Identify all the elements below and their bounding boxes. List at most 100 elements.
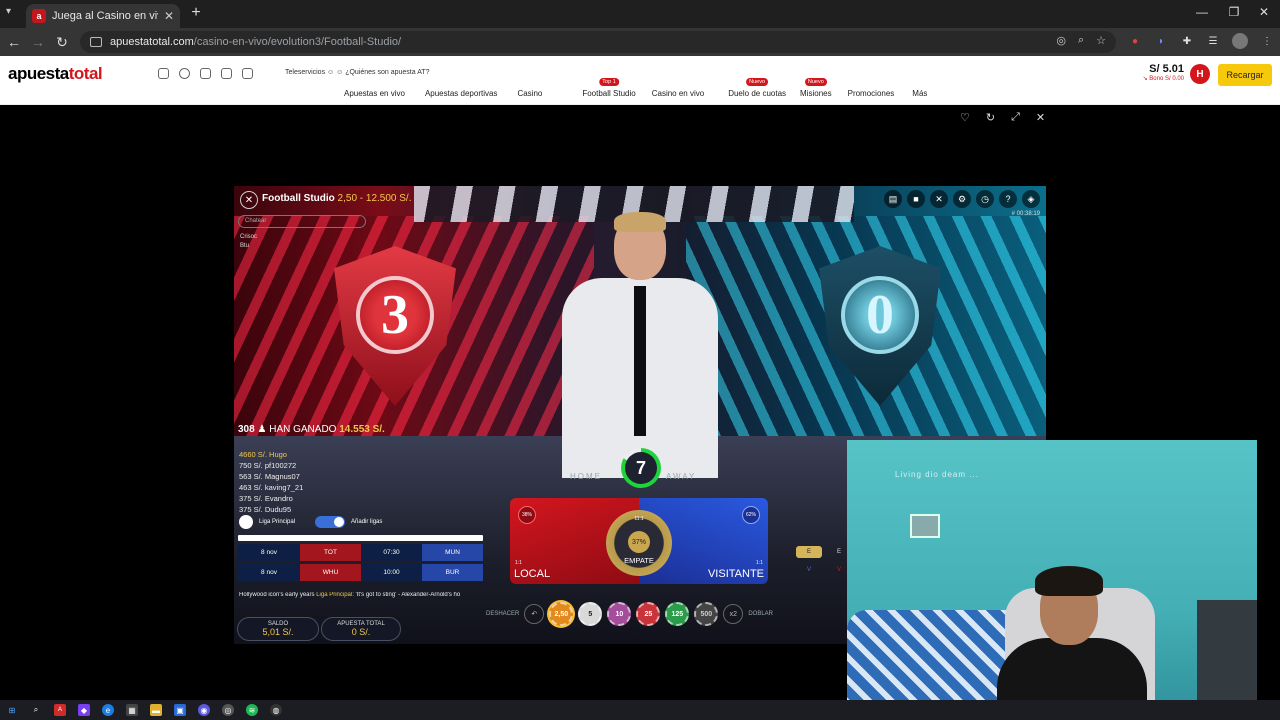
chip-10[interactable]: 10 [607,602,632,626]
app-icon[interactable]: ◆ [78,704,90,716]
new-tab-button[interactable]: + [188,4,204,22]
profile-avatar[interactable] [1232,33,1248,49]
user-avatar[interactable]: H [1190,64,1210,84]
menu-item-apuestas-deportivas[interactable]: Apuestas deportivas [425,89,498,98]
close-game-icon[interactable]: ✕ [1036,111,1045,124]
media-icon[interactable]: ☰ [1206,34,1220,48]
winners-label: HAN GANADO [269,424,337,435]
photos-icon[interactable]: ▣ [174,704,186,716]
undo-icon[interactable]: ↶ [524,604,545,624]
chrome-icon[interactable]: ◎ [222,704,234,716]
acrobat-icon[interactable]: A [54,704,66,716]
visit-label: VISITANTE [707,568,764,580]
search-icon[interactable]: ⌕ [30,704,42,716]
bet-empate-spot[interactable]: 11:1 37% EMPATE [606,510,672,576]
chat-message: Crisoc Btu [240,233,257,251]
facebook-icon[interactable] [179,68,190,79]
menu-item-casino[interactable]: Casino [517,89,542,98]
match-away: MUN [422,544,483,561]
social-links [158,68,253,79]
lobby-icon[interactable]: ◈ [1022,190,1040,208]
spotify-icon[interactable]: ≋ [246,704,258,716]
instagram-icon[interactable] [158,68,169,79]
draw-odds: 11:1 [634,516,644,522]
tiktok-icon[interactable] [200,68,211,79]
refresh-game-icon[interactable]: ↻ [986,111,995,124]
extensions-puzzle-icon[interactable]: ✚ [1180,34,1194,48]
tab-search-icon[interactable]: ▾ [6,6,11,17]
site-info-icon[interactable] [90,37,102,47]
winner-name: pf100272 [264,461,297,470]
chip-500[interactable]: 500 [694,602,719,626]
store-icon[interactable]: ▦ [126,704,138,716]
match-row[interactable]: 8 nov TOT 07:30 MUN [238,544,483,561]
history-icon[interactable]: ◷ [976,190,994,208]
balance[interactable]: S/ 5.01 ↘ Bono S/ 0.00 [1143,63,1184,82]
close-tab-icon[interactable]: ✕ [164,9,174,23]
minimize-icon[interactable]: — [1186,5,1218,19]
menu-item-casino-en-vivo[interactable]: Casino en vivo [652,89,704,98]
favorite-heart-icon[interactable]: ♡ [960,111,970,124]
address-bar[interactable]: apuestatotal.com/casino-en-vivo/evolutio… [80,31,1116,53]
chip-5[interactable]: 5 [578,602,603,626]
mute-icon[interactable]: ✕ [930,190,948,208]
menu-item-mas[interactable]: Más [912,89,927,98]
file-explorer-icon[interactable]: ▬ [150,704,162,716]
menu-item-misiones[interactable]: Nuevo Misiones [800,78,832,98]
recargar-button[interactable]: Recargar [1218,64,1272,86]
maximize-icon[interactable]: ❐ [1218,5,1250,19]
winner-item: 463 S/. kaving7_21 [239,482,303,493]
game-limits[interactable]: 2,50 - 12.500 S/. [338,193,412,204]
menu-item-football-studio[interactable]: Top 1 Football Studio [582,78,636,98]
side-bet-v[interactable]: V [796,564,822,576]
view-site-icon[interactable]: ◎ [1056,34,1066,47]
extension-translate-icon[interactable]: ◗ [1154,34,1168,48]
menu-item-duelo-de-cuotas[interactable]: Nuevo Duelo de cuotas [728,78,786,98]
close-stream-icon[interactable]: ✕ [240,191,258,209]
chip-25[interactable]: 25 [636,602,661,626]
url-host: apuestatotal.com [110,36,194,48]
extensions-area: ● ◗ ✚ ☰ ⋮ [1128,33,1274,49]
league-toggle[interactable] [315,516,346,528]
winner-name: kaving7_21 [264,483,304,492]
double-button[interactable]: x2 [723,604,744,624]
match-row[interactable]: 8 nov WHU 10:00 BUR [238,564,483,581]
forward-icon[interactable]: → [30,34,46,50]
bookmark-star-icon[interactable]: ☆ [1096,34,1106,47]
close-window-icon[interactable]: ✕ [1248,5,1280,19]
edge-icon[interactable]: e [102,704,114,716]
table-divider [238,535,483,541]
zoom-icon[interactable]: ⌕ [1078,34,1084,47]
menu-label: Apuestas en vivo [344,89,405,98]
side-bet-row: V V [796,564,852,576]
teleservicios-link[interactable]: Teleservicios ☺ ☺ ¿Quiénes son apuesta A… [285,69,430,76]
chat-icon[interactable]: ▤ [884,190,902,208]
obs-icon[interactable]: ◍ [270,704,282,716]
x-icon[interactable] [221,68,232,79]
menu-dots-icon[interactable]: ⋮ [1260,34,1274,48]
menu-label: Misiones [800,89,832,98]
help-icon[interactable]: ? [999,190,1017,208]
extension-fire-icon[interactable]: ● [1128,34,1142,48]
local-odds: 1:1 [515,560,522,566]
settings-gear-icon[interactable]: ⚙ [953,190,971,208]
windows-start-icon[interactable]: ⊞ [6,704,18,716]
reload-icon[interactable]: ↻ [54,34,70,50]
add-leagues-link[interactable]: Añadir ligas [351,519,382,525]
side-bet-e[interactable]: E [796,546,822,558]
fullscreen-icon[interactable]: ⤢ [1011,111,1020,124]
chat-input[interactable]: Chatear [238,215,366,228]
menu-item-apuestas-en-vivo[interactable]: Apuestas en vivo [344,89,405,98]
site-logo[interactable]: apuestatotal [8,64,103,84]
chip-125[interactable]: 125 [665,602,690,626]
menu-item-promociones[interactable]: Promociones [848,89,895,98]
dealer [552,212,728,478]
dealer-hair [614,212,666,232]
youtube-icon[interactable] [242,68,253,79]
discord-icon[interactable]: ◉ [198,704,210,716]
video-icon[interactable]: ■ [907,190,925,208]
back-icon[interactable]: ← [6,34,22,50]
menu-label: Football Studio [582,89,636,98]
browser-tab[interactable]: a Juega al Casino en vivo Online ✕ [26,4,180,28]
chip-2-50[interactable]: 2,50 [549,602,574,626]
